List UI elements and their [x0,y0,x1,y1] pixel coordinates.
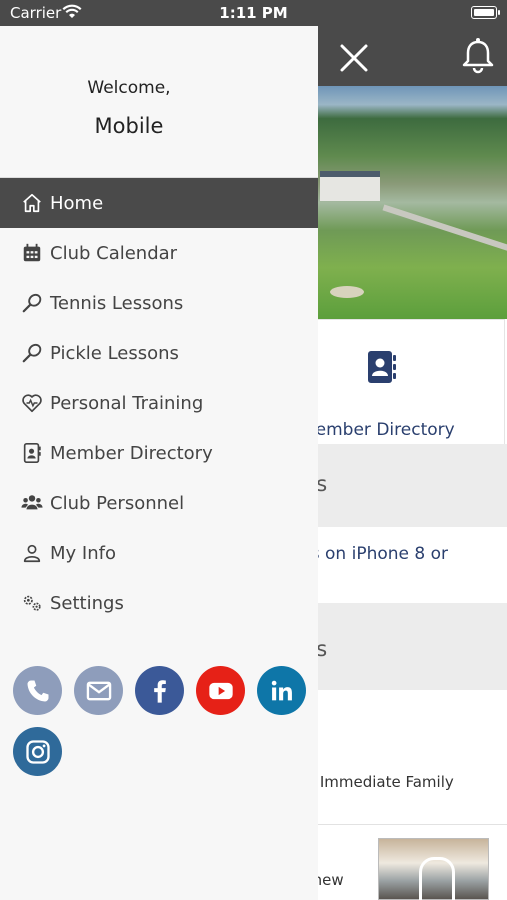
phone-icon[interactable] [13,666,62,715]
close-icon[interactable] [334,38,374,78]
racket-icon [20,341,44,365]
menu-item-label: Club Personnel [50,492,185,514]
side-drawer: Welcome, Mobile Home Club Calendar Tenni… [0,26,318,900]
menu-item-label: Tennis Lessons [50,292,184,314]
battery-icon [471,6,500,19]
drawer-menu: Home Club Calendar Tennis Lessons Pickle… [0,178,318,628]
news-item-title[interactable]: ns on iPhone 8 or [300,544,448,564]
menu-item-label: Club Calendar [50,242,178,264]
calendar-icon [20,241,44,265]
menu-item-member-directory[interactable]: Member Directory [0,428,318,478]
menu-item-club-personnel[interactable]: Club Personnel [0,478,318,528]
heart-pulse-icon [20,391,44,415]
email-icon[interactable] [74,666,123,715]
menu-item-label: Home [50,192,104,214]
user-icon [20,541,44,565]
people-icon [20,491,44,515]
contacts-icon [366,350,398,384]
gears-icon [20,591,44,615]
menu-item-pickle-lessons[interactable]: Pickle Lessons [0,328,318,378]
youtube-icon[interactable] [196,666,245,715]
member-directory-label: Member Directory [301,420,455,440]
menu-item-label: Member Directory [50,442,213,464]
bell-icon[interactable] [460,36,496,76]
menu-item-label: My Info [50,542,116,564]
facebook-icon[interactable] [135,666,184,715]
linkedin-icon[interactable] [257,666,306,715]
clock: 1:11 PM [219,4,288,22]
contacts-icon [20,441,44,465]
menu-item-label: Pickle Lessons [50,342,179,364]
menu-item-tennis-lessons[interactable]: Tennis Lessons [0,278,318,328]
menu-item-settings[interactable]: Settings [0,578,318,628]
status-bar: Carrier 1:11 PM [0,0,507,26]
menu-item-personal-training[interactable]: Personal Training [0,378,318,428]
news-thumbnail[interactable] [378,838,489,900]
racket-icon [20,291,44,315]
welcome-text: Welcome, [87,78,171,98]
instagram-icon[interactable] [13,727,62,776]
menu-item-my-info[interactable]: My Info [0,528,318,578]
user-name: Mobile [94,114,164,138]
menu-item-home[interactable]: Home [0,178,318,228]
menu-item-label: Personal Training [50,392,204,414]
news-item-title[interactable]: at Immediate Family [300,773,454,791]
menu-item-label: Settings [50,592,124,614]
menu-item-club-calendar[interactable]: Club Calendar [0,228,318,278]
home-icon [20,191,44,215]
